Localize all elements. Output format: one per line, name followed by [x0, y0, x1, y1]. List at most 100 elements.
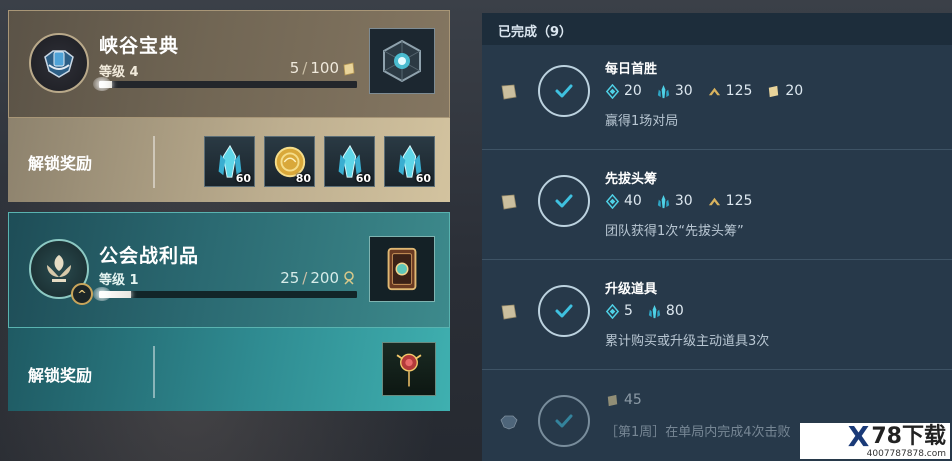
reward-value: 40	[624, 193, 642, 209]
guild-loot-header[interactable]: ^ 公会战利品 等级 1 25/200	[8, 212, 450, 328]
mission-description: 累计购买或升级主动道具3次	[605, 334, 770, 349]
reward-value: 125	[725, 193, 753, 209]
progress-separator: /	[302, 269, 308, 287]
canyon-codex-header[interactable]: 峡谷宝典 等级 4 5/100	[8, 10, 450, 118]
checkmark-icon	[555, 194, 573, 208]
reward: 30	[656, 83, 693, 99]
scroll-ticket-icon	[607, 394, 618, 406]
watermark-logo: X 78下载	[847, 420, 946, 453]
reward-item[interactable]: 60	[324, 136, 375, 187]
completed-check	[538, 65, 590, 117]
mission-rewards: 20 30 125 20	[605, 83, 803, 99]
guild-reward-card[interactable]	[369, 236, 435, 302]
progress-max: 100	[310, 59, 339, 77]
scroll-ticket-icon	[501, 194, 517, 210]
scroll-ticket-icon	[343, 62, 355, 76]
crystal-icon	[657, 194, 669, 208]
reward: 125	[707, 193, 753, 209]
gold-chevron-icon	[708, 197, 720, 205]
progress-current: 5	[289, 59, 300, 77]
reward-value: 20	[624, 83, 642, 99]
reward-item[interactable]: 80	[264, 136, 315, 187]
reward-count: 80	[295, 172, 311, 185]
canyon-codex-card[interactable]: 峡谷宝典 等级 4 5/100 解锁奖励 60 80 60 60	[8, 10, 450, 202]
mission-rewards: 45	[605, 392, 642, 408]
card-level: 等级 1	[99, 273, 139, 288]
completed-check	[538, 175, 590, 227]
mission-title: 升级道具	[605, 282, 658, 297]
codex-reward-chest[interactable]	[369, 28, 435, 94]
watermark-brand: 78下载	[871, 424, 946, 449]
progress-glow	[93, 77, 111, 91]
crystal-icon	[657, 84, 669, 98]
reward: 5	[605, 303, 633, 319]
guild-unlock-reward[interactable]	[382, 342, 436, 396]
card-title: 公会战利品	[99, 245, 200, 267]
mission-description: ［第1周］在单局内完成4次击败	[605, 425, 791, 440]
progress-max: 200	[310, 269, 339, 287]
completed-header: 已完成（9）	[482, 13, 952, 45]
reward: 30	[656, 193, 693, 209]
blue-gem-icon	[605, 193, 620, 209]
unlock-label: 解锁奖励	[28, 154, 93, 173]
reward-value: 80	[665, 303, 684, 319]
progress-bar	[99, 291, 357, 298]
divider	[153, 346, 155, 398]
scroll-ticket-icon	[769, 85, 779, 97]
gold-chevron-icon	[708, 87, 720, 95]
mission-item[interactable]: 每日首胜 20 30 125 20 赢得1场对局	[482, 46, 952, 150]
crystal-icon	[648, 304, 661, 318]
reward-value: 30	[674, 83, 693, 99]
mission-rewards: 5 80	[605, 303, 684, 319]
watermark-url: 4007787878.com	[866, 449, 946, 459]
reward-count: 60	[355, 172, 371, 185]
guild-crest-icon	[47, 255, 71, 282]
unlock-rewards: 60 80 60 60	[204, 136, 435, 187]
card-title: 峡谷宝典	[99, 35, 180, 57]
canyon-codex-unlock-row: 解锁奖励 60 80 60 60	[8, 118, 450, 202]
reward: 20	[766, 83, 803, 99]
progress-current: 25	[280, 269, 300, 287]
mission-title: 每日首胜	[605, 62, 658, 77]
reward: 125	[707, 83, 752, 99]
completed-check	[538, 285, 590, 337]
rank-up-badge: ^	[71, 283, 93, 305]
progress-separator: /	[302, 59, 308, 77]
mission-description: 赢得1场对局	[605, 114, 679, 129]
guild-loot-card[interactable]: ^ 公会战利品 等级 1 25/200 解锁奖励	[8, 212, 450, 411]
mission-title: 先拔头筹	[605, 172, 658, 187]
reward-item[interactable]: 60	[204, 136, 255, 187]
checkmark-icon	[555, 304, 573, 318]
ornate-card-icon	[387, 247, 417, 291]
site-watermark: X 78下载 4007787878.com	[800, 423, 950, 459]
mission-rewards: 40 30 125	[605, 193, 752, 209]
hex-chest-icon	[383, 39, 421, 83]
progress-bar	[99, 81, 357, 88]
mission-description: 团队获得1次“先拔头筹”	[605, 224, 744, 239]
progress-text: 5/100	[290, 59, 339, 77]
reward-item[interactable]: 60	[384, 136, 435, 187]
scroll-ticket-icon	[501, 84, 517, 100]
blue-gem-icon	[605, 83, 620, 99]
reward-value: 30	[674, 193, 693, 209]
progress-text: 25/200	[280, 269, 339, 287]
reward: 45	[605, 392, 642, 408]
unlock-label: 解锁奖励	[28, 366, 93, 385]
watermark-x-icon: X	[847, 420, 870, 453]
scroll-ticket-icon	[501, 304, 517, 320]
mission-item[interactable]: 先拔头筹 40 30 125 团队获得1次“先拔头筹”	[482, 156, 952, 260]
divider	[153, 136, 155, 188]
checkmark-icon	[555, 84, 573, 98]
reward: 20	[605, 83, 642, 99]
mask-emblem-icon	[44, 50, 74, 78]
reward-count: 60	[235, 172, 251, 185]
completed-missions-panel[interactable]: 已完成（9） 每日首胜 20 30 125 20 赢得1场对局 先拔头筹 40 …	[482, 13, 952, 461]
guild-loot-unlock-row: 解锁奖励	[8, 328, 450, 411]
blue-gem-icon	[605, 303, 620, 319]
reward-value: 5	[624, 303, 633, 319]
completed-check	[538, 395, 590, 447]
rose-banner-icon	[396, 353, 422, 387]
guild-token-icon	[344, 271, 354, 285]
progress-glow	[93, 287, 111, 301]
mission-item[interactable]: 升级道具 5 80 累计购买或升级主动道具3次	[482, 266, 952, 370]
